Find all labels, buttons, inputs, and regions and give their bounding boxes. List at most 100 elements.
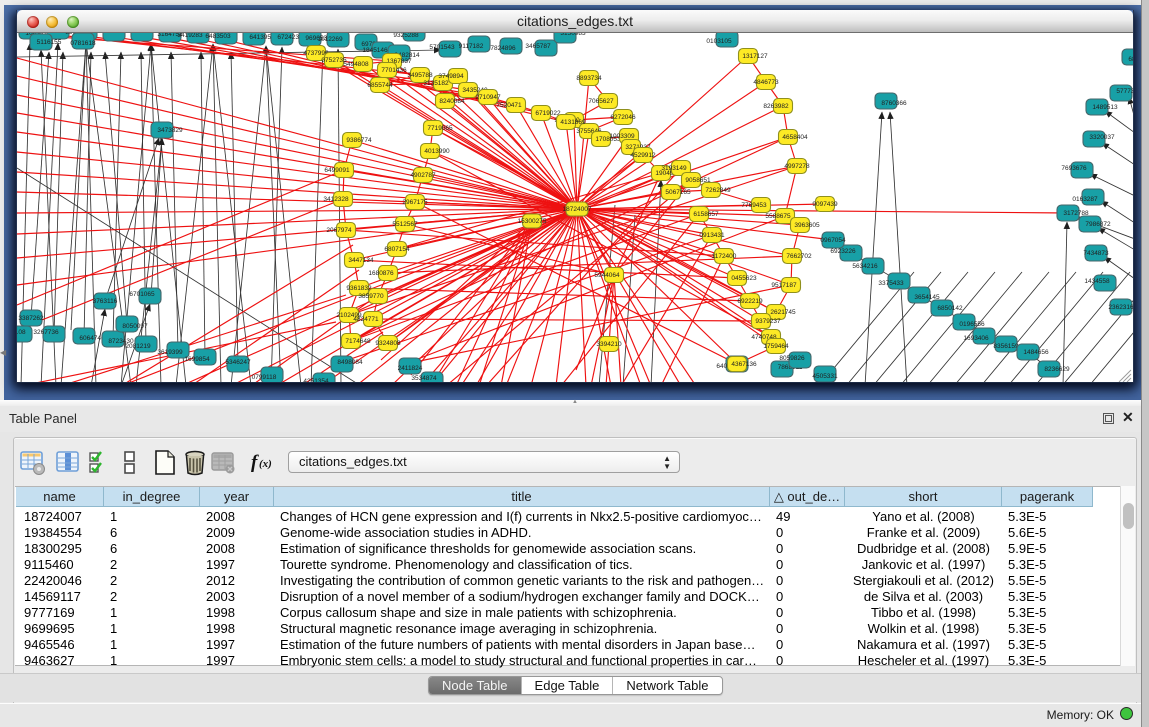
svg-text:6272046: 6272046 <box>610 114 636 121</box>
svg-text:9593103: 9593103 <box>129 33 155 35</box>
svg-text:5588675: 5588675 <box>765 213 791 220</box>
svg-text:1172400: 1172400 <box>712 253 737 260</box>
svg-text:7769453: 7769453 <box>741 202 767 209</box>
svg-text:7520471: 7520471 <box>496 102 522 109</box>
svg-text:2067974: 2067974 <box>326 227 352 234</box>
svg-text:5512567: 5512567 <box>392 221 418 228</box>
svg-text:3495788: 3495788 <box>407 72 433 79</box>
svg-text:6158657: 6158657 <box>693 211 719 218</box>
svg-text:2362316: 2362316 <box>1108 304 1133 311</box>
svg-text:7824896: 7824896 <box>490 45 516 52</box>
svg-text:4013990: 4013990 <box>424 148 450 155</box>
svg-text:4902787: 4902787 <box>410 172 436 179</box>
svg-text:0967054: 0967054 <box>820 237 846 244</box>
svg-text:6701065: 6701065 <box>129 291 155 298</box>
svg-text:4658404: 4658404 <box>782 134 808 141</box>
svg-text:3150983: 3150983 <box>560 33 586 37</box>
svg-text:2081219: 2081219 <box>125 343 151 350</box>
svg-text:5494808: 5494808 <box>343 61 369 68</box>
svg-text:1845146: 1845146 <box>362 47 388 54</box>
svg-text:9386774: 9386774 <box>346 137 372 144</box>
svg-text:2411824: 2411824 <box>398 365 423 372</box>
svg-text:8263982: 8263982 <box>763 103 789 110</box>
svg-text:3394210: 3394210 <box>596 341 622 348</box>
svg-text:3963605: 3963605 <box>794 222 820 229</box>
svg-text:1680876: 1680876 <box>368 270 394 277</box>
svg-text:3387262: 3387262 <box>18 315 44 322</box>
svg-text:6855744: 6855744 <box>367 82 393 89</box>
svg-text:6804436: 6804436 <box>1128 56 1133 63</box>
svg-text:4824771: 4824771 <box>353 316 379 323</box>
svg-text:7701436: 7701436 <box>381 67 407 74</box>
svg-text:18724007: 18724007 <box>563 206 592 213</box>
svg-text:3135182: 3135182 <box>423 80 449 87</box>
svg-text:5701543: 5701543 <box>429 44 455 51</box>
svg-text:2621745: 2621745 <box>770 309 796 316</box>
svg-text:0103105: 0103105 <box>706 38 732 45</box>
svg-text:15300275: 15300275 <box>518 218 547 225</box>
svg-text:1317127: 1317127 <box>742 53 768 60</box>
svg-text:3763116: 3763116 <box>93 298 118 305</box>
svg-text:8050097: 8050097 <box>122 323 148 330</box>
svg-text:6483503: 6483503 <box>205 33 231 40</box>
svg-text:9517187: 9517187 <box>771 282 797 289</box>
svg-text:9402654: 9402654 <box>93 33 119 35</box>
svg-text:3859770: 3859770 <box>358 293 384 300</box>
svg-text:7065627: 7065627 <box>588 98 614 105</box>
svg-text:1434558: 1434558 <box>1084 278 1110 285</box>
svg-text:3320037: 3320037 <box>1089 134 1115 141</box>
svg-text:8893734: 8893734 <box>576 75 602 82</box>
svg-text:5346247: 5346247 <box>225 359 251 366</box>
svg-text:7262849: 7262849 <box>705 187 731 194</box>
svg-text:3619399: 3619399 <box>157 349 183 356</box>
svg-text:1693406: 1693406 <box>963 335 989 342</box>
svg-text:3534874: 3534874 <box>411 375 437 382</box>
svg-text:7693676: 7693676 <box>1061 165 1087 172</box>
svg-text:3473829: 3473829 <box>157 127 183 134</box>
svg-text:1484656: 1484656 <box>1023 349 1049 356</box>
svg-text:9117182: 9117182 <box>459 43 484 50</box>
svg-text:7719065: 7719065 <box>427 125 453 132</box>
svg-text:f: f <box>251 452 259 473</box>
svg-text:9379237: 9379237 <box>755 318 781 325</box>
svg-text:0799118: 0799118 <box>252 374 277 381</box>
svg-text:4131869: 4131869 <box>560 119 586 126</box>
svg-text:1759464: 1759464 <box>763 343 789 350</box>
svg-text:7986872: 7986872 <box>1085 221 1111 228</box>
svg-text:3267736: 3267736 <box>33 329 59 336</box>
svg-text:8760366: 8760366 <box>881 100 907 107</box>
svg-text:2967175: 2967175 <box>402 199 428 206</box>
svg-text:5634216: 5634216 <box>852 263 878 270</box>
svg-text:4846773: 4846773 <box>753 79 779 86</box>
svg-text:9361832: 9361832 <box>346 285 372 292</box>
svg-text:1489513: 1489513 <box>1092 104 1118 111</box>
svg-text:7174648: 7174648 <box>345 338 371 345</box>
svg-text:3375433: 3375433 <box>878 280 904 287</box>
svg-text:6922219: 6922219 <box>737 298 763 305</box>
svg-text:3465787: 3465787 <box>525 43 551 50</box>
svg-text:4251354: 4251354 <box>303 378 329 382</box>
svg-text:9325288: 9325288 <box>393 33 419 39</box>
svg-text:9097439: 9097439 <box>812 201 838 208</box>
svg-text:6064746: 6064746 <box>79 335 105 342</box>
svg-text:5116155: 5116155 <box>37 39 62 46</box>
svg-text:3178108: 3178108 <box>17 329 26 336</box>
svg-text:0455623: 0455623 <box>731 275 757 282</box>
svg-text:1699854: 1699854 <box>184 356 210 363</box>
svg-text:(x): (x) <box>259 458 272 470</box>
svg-text:5067165: 5067165 <box>665 189 691 196</box>
svg-text:8240084: 8240084 <box>439 98 465 105</box>
svg-text:6850142: 6850142 <box>937 305 963 312</box>
svg-text:7434873: 7434873 <box>1083 250 1109 257</box>
svg-text:6923226: 6923226 <box>830 248 856 255</box>
svg-text:4997278: 4997278 <box>784 163 810 170</box>
svg-text:0781618: 0781618 <box>70 40 96 47</box>
svg-text:0196556: 0196556 <box>959 321 985 328</box>
svg-text:8498084: 8498084 <box>337 359 363 366</box>
svg-text:4529912: 4529912 <box>630 152 656 159</box>
svg-text:4505331: 4505331 <box>812 373 838 380</box>
svg-text:3412328: 3412328 <box>323 196 349 203</box>
svg-text:8356159: 8356159 <box>993 343 1019 350</box>
svg-text:5944064: 5944064 <box>594 272 620 279</box>
svg-text:8236629: 8236629 <box>1044 366 1070 373</box>
